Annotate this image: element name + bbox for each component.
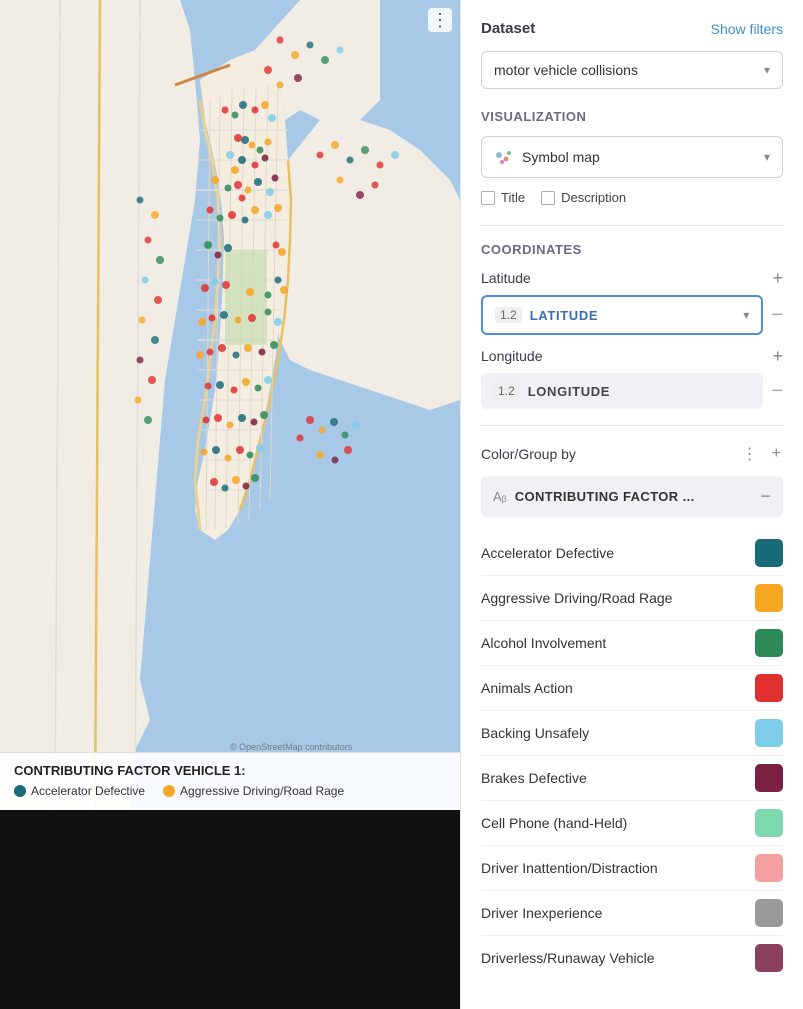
longitude-num: 1.2	[493, 383, 520, 399]
latitude-num: 1.2	[495, 307, 522, 323]
legend-list-label: Accelerator Defective	[481, 545, 614, 561]
black-bar	[0, 810, 460, 1009]
divider-2	[481, 425, 783, 426]
legend-color-swatch[interactable]	[755, 584, 783, 612]
dataset-dropdown[interactable]: motor vehicle collisions ▾	[481, 51, 783, 89]
dataset-value: motor vehicle collisions	[494, 62, 638, 78]
map-more-button[interactable]: ⋮	[428, 8, 452, 32]
legend-color-swatch[interactable]	[755, 719, 783, 747]
legend-list-item: Driverless/Runaway Vehicle	[481, 936, 783, 980]
map-legend-items: Accelerator Defective Aggressive Driving…	[14, 784, 446, 798]
latitude-label: Latitude	[481, 270, 531, 286]
legend-color-swatch[interactable]	[755, 809, 783, 837]
legend-color-swatch[interactable]	[755, 854, 783, 882]
map-container[interactable]: © OpenStreetMap contributors ⋮ CONTRIBUT…	[0, 0, 460, 810]
map-svg: © OpenStreetMap contributors	[0, 0, 460, 810]
legend-color-swatch[interactable]	[755, 539, 783, 567]
color-group-header: Color/Group by ⋮ +	[481, 442, 783, 466]
legend-item-accelerator: Accelerator Defective	[14, 784, 145, 798]
legend-label-accelerator: Accelerator Defective	[31, 784, 145, 798]
divider-1	[481, 225, 783, 226]
map-legend: CONTRIBUTING FACTOR VEHICLE 1: Accelerat…	[0, 752, 460, 810]
longitude-text: LONGITUDE	[528, 384, 610, 399]
color-group-actions: ⋮ +	[740, 442, 783, 466]
symbol-map-icon	[494, 147, 514, 167]
legend-color-swatch[interactable]	[755, 944, 783, 972]
legend-list-label: Driver Inexperience	[481, 905, 602, 921]
legend-item-aggressive: Aggressive Driving/Road Rage	[163, 784, 344, 798]
legend-dot-aggressive	[163, 785, 175, 797]
visualization-section: Visualization Symbol map ▾ Title	[481, 109, 783, 205]
contributing-factor-bar[interactable]: Aᵦ CONTRIBUTING FACTOR ... −	[481, 476, 783, 517]
symbol-map-left: Symbol map	[494, 147, 600, 167]
legend-list-item: Backing Unsafely	[481, 711, 783, 756]
longitude-row: Longitude +	[481, 347, 783, 365]
color-group-add-button[interactable]: +	[770, 443, 783, 465]
latitude-remove-button[interactable]: −	[771, 305, 783, 325]
color-group-section: Color/Group by ⋮ + Aᵦ CONTRIBUTING FACTO…	[481, 442, 783, 980]
latitude-row: Latitude +	[481, 269, 783, 287]
legend-color-swatch[interactable]	[755, 629, 783, 657]
longitude-label: Longitude	[481, 348, 543, 364]
latitude-dropdown[interactable]: 1.2 LATITUDE ▾	[481, 295, 763, 335]
legend-list-label: Cell Phone (hand-Held)	[481, 815, 627, 831]
legend-list-item: Driver Inexperience	[481, 891, 783, 936]
visualization-dropdown[interactable]: Symbol map ▾	[481, 136, 783, 178]
longitude-field[interactable]: 1.2 LONGITUDE	[481, 373, 763, 409]
latitude-text: LATITUDE	[530, 308, 599, 323]
checkbox-row: Title Description	[481, 190, 783, 205]
legend-list-item: Animals Action	[481, 666, 783, 711]
dataset-label: Dataset	[481, 20, 535, 37]
legend-list-label: Animals Action	[481, 680, 573, 696]
legend-dot-accelerator	[14, 785, 26, 797]
legend-list-label: Driverless/Runaway Vehicle	[481, 950, 655, 966]
description-checkbox-label: Description	[561, 190, 626, 205]
legend-list-label: Alcohol Involvement	[481, 635, 606, 651]
legend-list-item: Brakes Defective	[481, 756, 783, 801]
longitude-remove-button[interactable]: −	[771, 381, 783, 401]
right-panel: Dataset Show filters motor vehicle colli…	[460, 0, 803, 1009]
map-panel: © OpenStreetMap contributors ⋮ CONTRIBUT…	[0, 0, 460, 1009]
contributing-factor-left: Aᵦ CONTRIBUTING FACTOR ...	[493, 489, 695, 504]
contributing-factor-text: CONTRIBUTING FACTOR ...	[515, 489, 695, 504]
latitude-dropdown-left: 1.2 LATITUDE	[495, 307, 598, 323]
legend-list-item: Accelerator Defective	[481, 531, 783, 576]
legend-color-swatch[interactable]	[755, 674, 783, 702]
dataset-dropdown-arrow: ▾	[764, 63, 770, 77]
legend-list-item: Alcohol Involvement	[481, 621, 783, 666]
legend-list: Accelerator Defective Aggressive Driving/…	[481, 531, 783, 980]
legend-list-item: Driver Inattention/Distraction	[481, 846, 783, 891]
legend-list-label: Driver Inattention/Distraction	[481, 860, 658, 876]
title-checkbox[interactable]	[481, 191, 495, 205]
description-checkbox[interactable]	[541, 191, 555, 205]
color-group-more-button[interactable]: ⋮	[740, 442, 760, 466]
longitude-add-button[interactable]: +	[772, 347, 783, 365]
svg-text:© OpenStreetMap contributors: © OpenStreetMap contributors	[230, 742, 353, 752]
description-checkbox-item[interactable]: Description	[541, 190, 626, 205]
coordinates-section-label: Coordinates	[481, 242, 783, 257]
legend-list-item: Aggressive Driving/Road Rage	[481, 576, 783, 621]
legend-list-label: Aggressive Driving/Road Rage	[481, 590, 672, 606]
contributing-factor-remove-button[interactable]: −	[760, 486, 771, 507]
show-filters-button[interactable]: Show filters	[711, 21, 783, 37]
panel-header: Dataset Show filters	[481, 20, 783, 37]
visualization-section-label: Visualization	[481, 109, 783, 124]
legend-list-item: Cell Phone (hand-Held)	[481, 801, 783, 846]
visualization-dropdown-arrow: ▾	[764, 150, 770, 164]
latitude-add-button[interactable]: +	[772, 269, 783, 287]
contributing-factor-icon: Aᵦ	[493, 489, 507, 504]
coordinates-section: Coordinates Latitude + 1.2 LATITUDE ▾ − …	[481, 242, 783, 409]
legend-label-aggressive: Aggressive Driving/Road Rage	[180, 784, 344, 798]
title-checkbox-item[interactable]: Title	[481, 190, 525, 205]
legend-list-label: Brakes Defective	[481, 770, 587, 786]
latitude-dropdown-arrow: ▾	[743, 308, 749, 322]
visualization-value: Symbol map	[522, 149, 600, 165]
title-checkbox-label: Title	[501, 190, 525, 205]
legend-color-swatch[interactable]	[755, 764, 783, 792]
map-legend-title: CONTRIBUTING FACTOR VEHICLE 1:	[14, 763, 446, 778]
color-group-label: Color/Group by	[481, 446, 576, 462]
legend-color-swatch[interactable]	[755, 899, 783, 927]
legend-list-label: Backing Unsafely	[481, 725, 589, 741]
